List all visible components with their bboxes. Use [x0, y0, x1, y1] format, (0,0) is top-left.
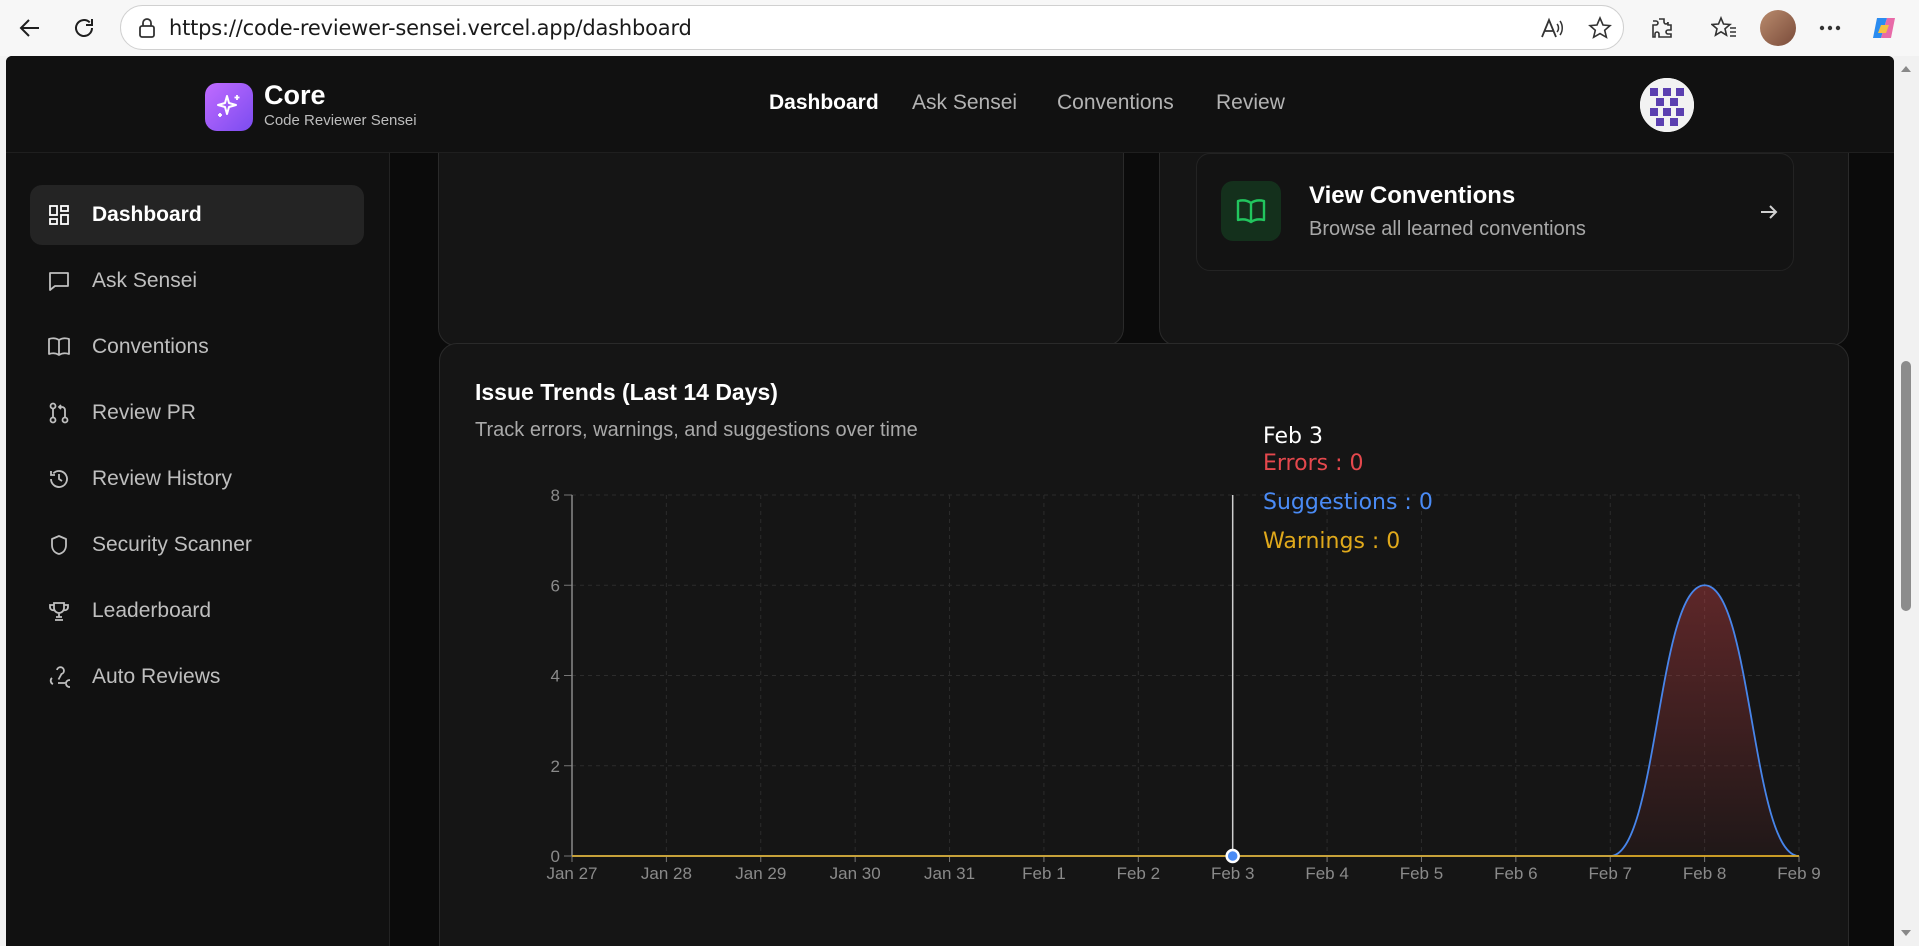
read-aloud-icon[interactable]	[1539, 15, 1565, 41]
sidebar-item-ask-sensei[interactable]: Ask Sensei	[30, 251, 364, 311]
sidebar-item-conventions[interactable]: Conventions	[30, 317, 364, 377]
trophy-icon	[46, 598, 72, 624]
sidebar-item-leaderboard[interactable]: Leaderboard	[30, 581, 364, 641]
sidebar-item-label: Review History	[92, 467, 233, 490]
back-icon[interactable]	[12, 10, 48, 46]
brand-name[interactable]: Core	[264, 80, 326, 111]
sidebar-item-label: Dashboard	[92, 203, 202, 226]
sidebar-item-auto-reviews[interactable]: Auto Reviews	[30, 647, 364, 707]
lock-icon[interactable]	[135, 16, 159, 40]
favorite-star-icon[interactable]	[1587, 15, 1613, 41]
grid-icon	[46, 202, 72, 228]
arrow-right-icon	[1761, 205, 1778, 219]
topnav-ask-sensei[interactable]: Ask Sensei	[912, 91, 1017, 115]
history-icon	[46, 466, 72, 492]
page-scrollbar[interactable]	[1894, 56, 1919, 946]
chart-subtitle: Track errors, warnings, and suggestions …	[475, 419, 918, 441]
git-pull-request-icon	[46, 400, 72, 426]
user-avatar[interactable]	[1640, 78, 1694, 132]
sidebar-item-label: Security Scanner	[92, 533, 252, 556]
profile-avatar[interactable]	[1760, 10, 1796, 46]
scrollbar-thumb[interactable]	[1901, 361, 1911, 611]
sidebar-item-label: Ask Sensei	[92, 269, 198, 292]
book-icon	[46, 334, 72, 360]
refresh-icon[interactable]	[66, 10, 102, 46]
tooltip-date: Feb 3	[1263, 424, 1323, 449]
browser-toolbar: https://code-reviewer-sensei.vercel.app/…	[0, 0, 1919, 56]
brand-subtitle: Code Reviewer Sensei	[264, 112, 417, 129]
tooltip-suggestions: Suggestions : 0	[1263, 490, 1433, 515]
tooltip-errors: Errors : 0	[1263, 451, 1364, 476]
more-menu-icon[interactable]	[1814, 12, 1846, 44]
sidebar-item-label: Leaderboard	[92, 599, 212, 622]
sparkles-logo-icon[interactable]	[205, 83, 253, 131]
topnav-review[interactable]: Review	[1216, 91, 1285, 115]
copilot-icon[interactable]	[1868, 12, 1900, 44]
message-icon	[46, 268, 72, 294]
topnav-conventions[interactable]: Conventions	[1057, 91, 1174, 115]
shield-icon	[46, 532, 72, 558]
app-viewport: View Conventions Browse all learned conv…	[6, 56, 1894, 946]
favorites-icon[interactable]	[1708, 12, 1740, 44]
sidebar-item-dashboard[interactable]: Dashboard	[30, 185, 364, 245]
sidebar-item-label: Conventions	[92, 335, 209, 358]
extensions-icon[interactable]	[1646, 12, 1678, 44]
top-navigation: Core Code Reviewer Sensei Dashboard Ask …	[6, 56, 1894, 153]
sidebar-item-security-scanner[interactable]: Security Scanner	[30, 515, 364, 575]
sidebar-item-label: Review PR	[92, 401, 196, 424]
sidebar: Dashboard Ask Sensei Conventions Review …	[6, 153, 390, 946]
topnav-dashboard[interactable]: Dashboard	[769, 91, 879, 115]
view-conventions-subtitle: Browse all learned conventions	[1309, 218, 1586, 240]
sidebar-item-label: Auto Reviews	[92, 665, 221, 688]
address-bar[interactable]: https://code-reviewer-sensei.vercel.app/…	[120, 5, 1624, 50]
sidebar-item-review-pr[interactable]: Review PR	[30, 383, 364, 443]
book-open-icon	[1221, 181, 1281, 241]
sidebar-item-review-history[interactable]: Review History	[30, 449, 364, 509]
scroll-down-icon[interactable]	[1901, 930, 1911, 936]
tooltip-warnings: Warnings : 0	[1263, 529, 1401, 554]
chart-title: Issue Trends (Last 14 Days)	[475, 379, 778, 405]
view-conventions-title: View Conventions	[1309, 182, 1516, 209]
webhook-icon	[46, 664, 72, 690]
url-text[interactable]: https://code-reviewer-sensei.vercel.app/…	[169, 16, 692, 40]
scroll-up-icon[interactable]	[1901, 66, 1911, 72]
view-conventions-tile[interactable]: View Conventions Browse all learned conv…	[1196, 153, 1794, 271]
